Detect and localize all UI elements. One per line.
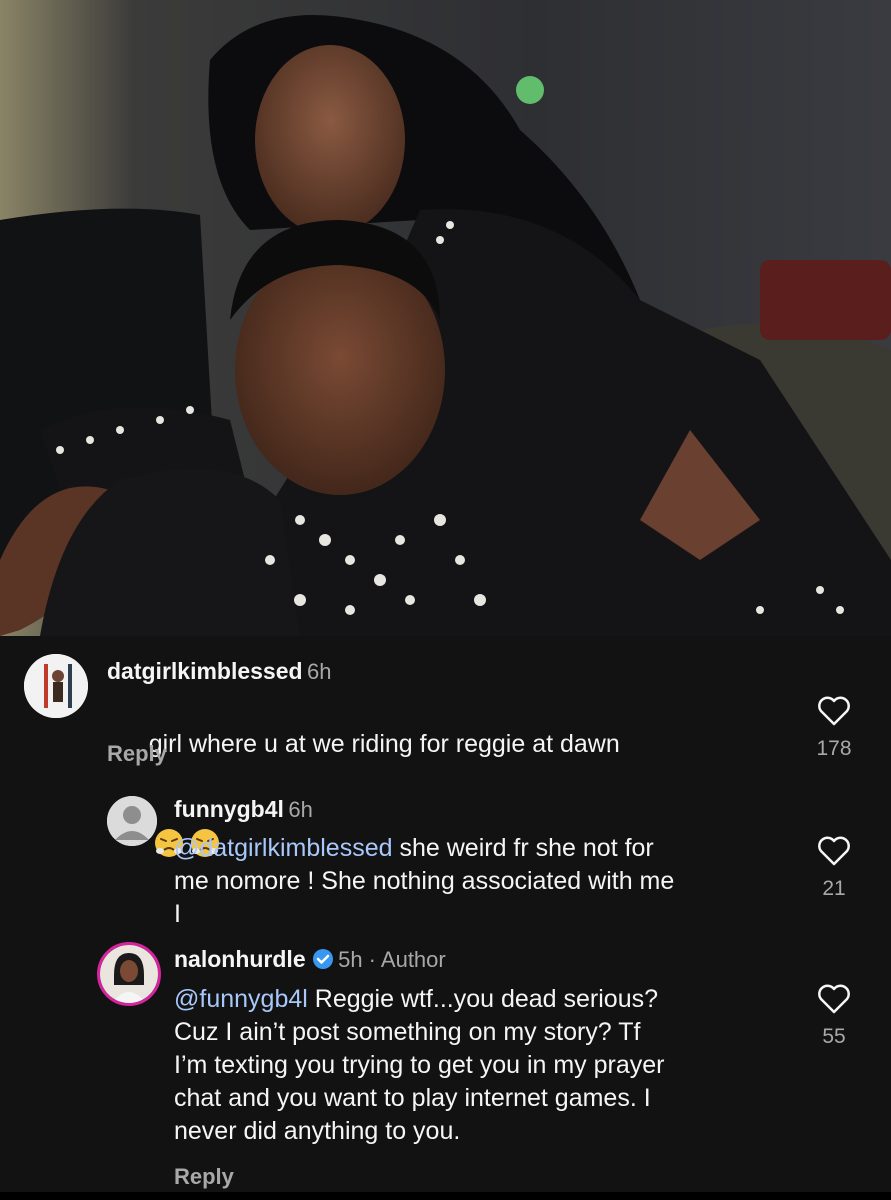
comment-header: funnygb4l 6h	[174, 796, 313, 823]
timestamp: 6h	[288, 797, 313, 822]
avatar[interactable]	[24, 654, 88, 718]
like-control: 55	[804, 984, 864, 1049]
username[interactable]: datgirlkimblessed	[107, 658, 303, 684]
reply-comment-item: funnygb4l 6h @datgirlkimblessed she weir…	[0, 786, 891, 936]
avatar-image	[100, 945, 158, 1003]
timestamp: 6h	[307, 659, 332, 684]
username[interactable]: nalonhurdle	[174, 946, 306, 972]
like-count: 21	[822, 877, 846, 900]
avatar[interactable]	[97, 942, 161, 1006]
avatar-image	[24, 654, 88, 718]
like-control: 178	[804, 696, 864, 761]
like-control: 21	[804, 836, 864, 901]
comment-header: datgirlkimblessed 6h	[107, 658, 332, 685]
heart-icon[interactable]	[817, 696, 851, 730]
reply-button[interactable]: Reply	[174, 1164, 234, 1190]
heart-icon[interactable]	[817, 984, 851, 1018]
author-tag: Author	[380, 947, 446, 972]
reply-button[interactable]: Reply	[107, 741, 167, 767]
like-count: 55	[822, 1025, 846, 1048]
comment-item: datgirlkimblessed 6h girl where u at we …	[0, 636, 891, 857]
bottom-edge	[0, 1192, 891, 1200]
default-avatar-icon	[107, 796, 157, 846]
comments-panel: datgirlkimblessed 6h girl where u at we …	[0, 636, 891, 1192]
comment-text: girl where u at we riding for reggie at …	[148, 730, 620, 758]
username[interactable]: funnygb4l	[174, 796, 284, 822]
comment-text-row: @funnygb4l Reggie wtf...you dead serious…	[174, 983, 794, 1148]
separator-dot: ·	[362, 947, 381, 972]
comment-text-row: @datgirlkimblessed she weird fr she not …	[174, 832, 784, 931]
mention-link[interactable]: @funnygb4l	[174, 985, 308, 1013]
timestamp: 5h	[338, 947, 363, 972]
post-photo	[0, 0, 891, 636]
mention-link[interactable]: @datgirlkimblessed	[174, 834, 393, 862]
comment-header: nalonhurdle 5h · Author	[174, 946, 446, 973]
heart-icon[interactable]	[817, 836, 851, 870]
photo-illustration	[0, 0, 891, 636]
avatar[interactable]	[107, 796, 157, 846]
reply-comment-item: nalonhurdle 5h · Author @funnygb4l Reggi…	[0, 936, 891, 1192]
like-count: 178	[816, 737, 852, 760]
verified-badge-icon	[312, 948, 334, 970]
